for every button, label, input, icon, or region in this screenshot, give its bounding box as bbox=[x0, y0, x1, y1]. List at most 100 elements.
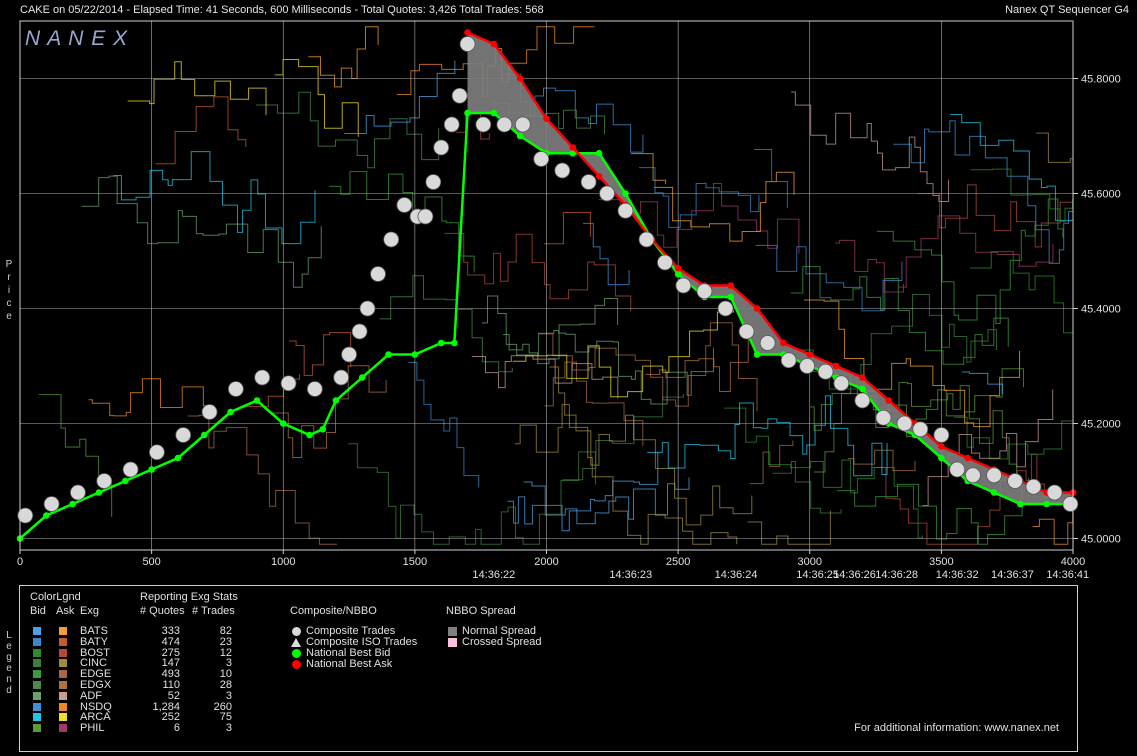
bid-color-swatch-icon bbox=[33, 681, 41, 689]
best-ask-point bbox=[859, 374, 866, 381]
composite-trade-point bbox=[933, 427, 950, 443]
best-ask-point bbox=[938, 443, 945, 450]
ask-color-swatch-icon bbox=[59, 648, 67, 657]
composite-trade-point bbox=[738, 323, 755, 340]
composite-trade-point bbox=[833, 375, 850, 392]
composite-trade-point bbox=[175, 427, 192, 443]
quote-trace bbox=[562, 393, 684, 481]
quote-trace bbox=[749, 440, 794, 485]
x-tick-label: 2000 bbox=[534, 556, 558, 568]
quote-trace bbox=[523, 477, 690, 525]
legend-col-quotes: # Quotes bbox=[140, 605, 185, 617]
ask-color-swatch-icon bbox=[59, 713, 67, 722]
quote-trace bbox=[654, 171, 795, 242]
composite-trade-point bbox=[554, 162, 571, 179]
time-label: 14:36:24 bbox=[715, 569, 758, 581]
composite-item-ask: National Best Ask bbox=[306, 658, 393, 670]
quote-traces-layer bbox=[38, 26, 1074, 545]
quote-trace bbox=[344, 60, 456, 134]
composite-trade-point bbox=[780, 352, 797, 369]
ask-color-swatch-icon bbox=[59, 702, 67, 711]
y-tick-label: 45.4000 bbox=[1081, 304, 1121, 316]
quote-trace bbox=[113, 151, 316, 245]
time-label: 14:36:26 bbox=[833, 569, 876, 581]
nanex-brand-logo: N A N E X bbox=[25, 27, 128, 50]
y-tick-label: 45.2000 bbox=[1081, 419, 1121, 431]
exchange-quotes: 6 bbox=[173, 722, 180, 735]
spread-title: NBBO Spread bbox=[446, 605, 516, 617]
composite-trade-point bbox=[986, 467, 1002, 484]
quote-trace bbox=[544, 361, 644, 446]
best-bid-point bbox=[43, 512, 50, 519]
best-ask-point bbox=[806, 351, 814, 358]
best-bid-point bbox=[411, 351, 419, 358]
quote-trace bbox=[512, 310, 734, 398]
best-bid-point bbox=[938, 454, 945, 462]
x-tick-label: 2500 bbox=[666, 556, 690, 568]
ask-color-swatch-icon bbox=[59, 659, 67, 668]
composite-trade-point bbox=[1046, 484, 1063, 501]
composite-trade-point bbox=[383, 231, 400, 248]
time-label: 14:36:23 bbox=[609, 569, 652, 581]
composite-trade-point bbox=[43, 496, 60, 512]
composite-trade-point bbox=[227, 381, 244, 397]
price-axis-side-label: Price bbox=[5, 259, 13, 322]
composite-trade-point bbox=[433, 139, 450, 156]
ask-color-swatch-icon bbox=[59, 691, 67, 700]
best-bid-point bbox=[437, 339, 445, 347]
y-tick-label: 45.8000 bbox=[1081, 74, 1121, 86]
composite-trade-point bbox=[459, 36, 476, 52]
x-tick-label: 1500 bbox=[403, 556, 427, 568]
composite-trade-point bbox=[443, 116, 460, 133]
composite-trade-point bbox=[759, 335, 776, 351]
composite-trade-point bbox=[533, 151, 550, 167]
ask-color-swatch-icon bbox=[59, 627, 67, 635]
quote-trace bbox=[187, 414, 337, 545]
legend-stats-title: Reporting Exg Stats bbox=[140, 591, 238, 603]
best-ask-point bbox=[832, 362, 840, 370]
legend-panel: ColorLgnd Reporting Exg Stats Bid Ask Ex… bbox=[19, 585, 1078, 752]
composite-trade-point bbox=[1025, 478, 1042, 495]
best-ask-point bbox=[674, 264, 682, 272]
best-bid-point bbox=[332, 397, 340, 404]
quote-trace bbox=[1036, 132, 1074, 167]
exchange-name: PHIL bbox=[80, 722, 105, 735]
composite-trade-point bbox=[396, 197, 413, 213]
best-ask-point bbox=[490, 40, 498, 48]
footer-info: For additional information: www.nanex.ne… bbox=[854, 722, 1059, 734]
composite-trade-point bbox=[617, 202, 634, 219]
best-ask-point bbox=[780, 339, 787, 347]
y-tick-label: 45.0000 bbox=[1081, 534, 1121, 546]
chart-axes: 45.0000 45.2000 45.4000 45.6000 45.8000 0 500 1… bbox=[17, 20, 1121, 581]
composite-trade-point bbox=[599, 185, 615, 202]
bid-color-swatch-icon bbox=[33, 627, 41, 635]
legend-side-label: Legend bbox=[6, 630, 12, 696]
spread-item-crossed: Crossed Spread bbox=[462, 636, 542, 648]
quote-trace bbox=[538, 322, 758, 412]
composite-trade-point bbox=[675, 277, 692, 294]
best-ask-point bbox=[727, 282, 735, 289]
bid-color-swatch-icon bbox=[33, 702, 41, 711]
best-bid-point bbox=[306, 431, 313, 439]
quote-trace bbox=[834, 239, 904, 293]
composite-trade-point bbox=[475, 116, 492, 133]
composite-trade-point bbox=[96, 473, 113, 489]
composite-trade-point bbox=[1062, 496, 1079, 512]
x-tick-label: 1000 bbox=[271, 556, 295, 568]
x-tick-label: 4000 bbox=[1061, 556, 1085, 568]
composite-trade-point bbox=[341, 346, 357, 363]
composite-trade-point bbox=[333, 369, 350, 386]
composite-trade-point bbox=[122, 461, 139, 478]
best-bid-point bbox=[990, 489, 998, 496]
bid-color-swatch-icon bbox=[33, 713, 41, 722]
bid-color-swatch-icon bbox=[33, 637, 41, 646]
best-ask-point bbox=[543, 115, 550, 123]
quote-trace bbox=[598, 183, 800, 254]
composite-trade-point bbox=[817, 363, 834, 380]
x-tick-label: 3500 bbox=[929, 556, 953, 568]
composite-trade-point bbox=[280, 375, 297, 392]
ask-color-swatch-icon bbox=[59, 670, 67, 679]
quote-trace bbox=[747, 510, 831, 545]
composite-trade-point bbox=[70, 484, 86, 501]
composite-trade-point bbox=[417, 208, 434, 225]
